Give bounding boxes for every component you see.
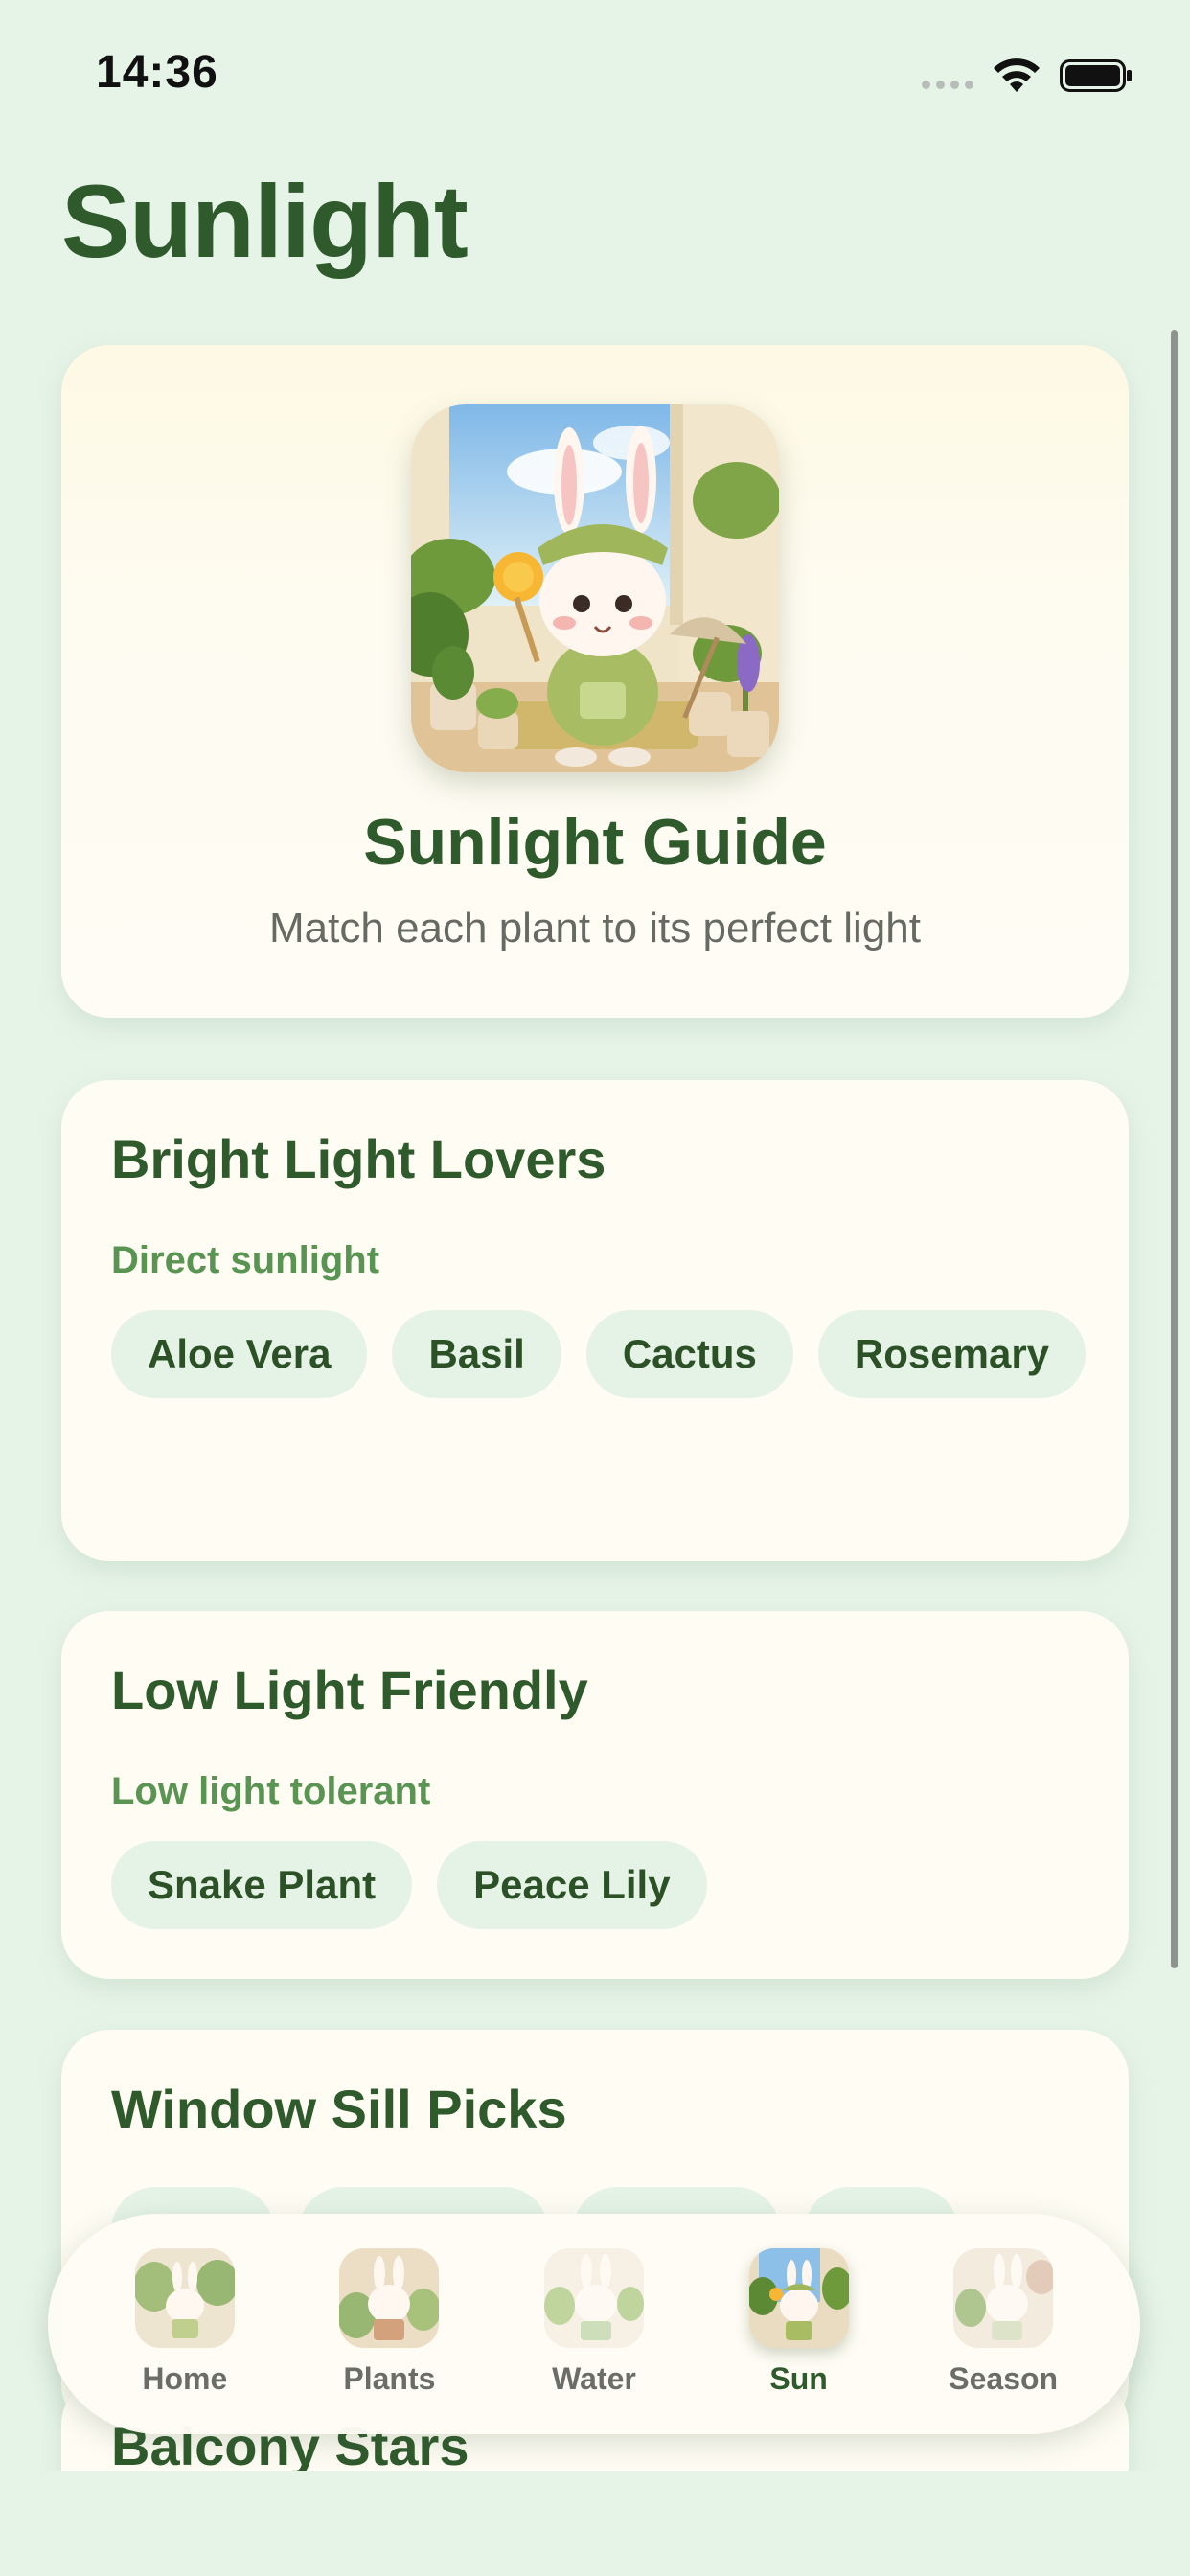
plant-chip[interactable]: Basil <box>392 1310 561 1398</box>
water-bunny-icon <box>543 2248 644 2348</box>
tab-plants[interactable]: Plants <box>303 2214 475 2397</box>
section-card-low-light: Low Light Friendly Low light tolerant Sn… <box>61 1611 1129 1979</box>
sunlight-screen: 14:36 Sunlight Sunlight Guide Match each… <box>0 0 1190 2576</box>
section-subtitle: Direct sunlight <box>111 1239 380 1281</box>
cellular-signal-icon <box>922 80 973 89</box>
wifi-icon <box>994 58 1040 92</box>
tab-label: Plants <box>343 2361 436 2396</box>
section-subtitle: Low light tolerant <box>111 1770 431 1812</box>
tab-sun[interactable]: Sun <box>713 2214 885 2397</box>
status-time: 14:36 <box>96 47 218 98</box>
section-title: Low Light Friendly <box>111 1660 588 1720</box>
home-bunny-icon <box>134 2248 235 2348</box>
tab-label: Sun <box>769 2361 828 2396</box>
status-bar: 14:36 <box>0 0 1190 144</box>
hero-title: Sunlight Guide <box>363 806 827 879</box>
battery-icon <box>1060 59 1132 92</box>
tab-bar: Home Plants Water Sun Season <box>48 2214 1140 2434</box>
plant-chip-list: Aloe Vera Basil Cactus Rosemary <box>111 1310 1088 1398</box>
tab-label: Home <box>142 2361 228 2396</box>
plant-chip[interactable]: Aloe Vera <box>111 1310 368 1398</box>
plant-chip[interactable]: Snake Plant <box>111 1841 413 1929</box>
tab-home[interactable]: Home <box>99 2214 271 2397</box>
section-title: Bright Light Lovers <box>111 1129 606 1189</box>
page-title: Sunlight <box>61 163 469 279</box>
sun-bunny-icon <box>748 2248 849 2348</box>
tab-water[interactable]: Water <box>508 2214 680 2397</box>
bunny-gardener-illustration <box>411 404 779 772</box>
plant-chip-list: Snake Plant Peace Lily <box>111 1841 1088 1929</box>
plant-chip[interactable]: Peace Lily <box>437 1841 707 1929</box>
season-bunny-icon <box>953 2248 1054 2348</box>
section-card-bright-light: Bright Light Lovers Direct sunlight Aloe… <box>61 1080 1129 1561</box>
tab-label: Season <box>949 2361 1059 2396</box>
scroll-indicator[interactable] <box>1171 330 1178 1968</box>
tab-season[interactable]: Season <box>917 2214 1089 2397</box>
section-title: Window Sill Picks <box>111 2079 567 2139</box>
hero-subtitle: Match each plant to its perfect light <box>269 905 921 952</box>
sunlight-guide-card: Sunlight Guide Match each plant to its p… <box>61 345 1129 1018</box>
plant-chip[interactable]: Cactus <box>585 1310 793 1398</box>
tab-label: Water <box>552 2361 636 2396</box>
bottom-safe-area <box>0 2471 1190 2576</box>
plant-chip[interactable]: Rosemary <box>817 1310 1087 1398</box>
plants-bunny-icon <box>339 2248 440 2348</box>
